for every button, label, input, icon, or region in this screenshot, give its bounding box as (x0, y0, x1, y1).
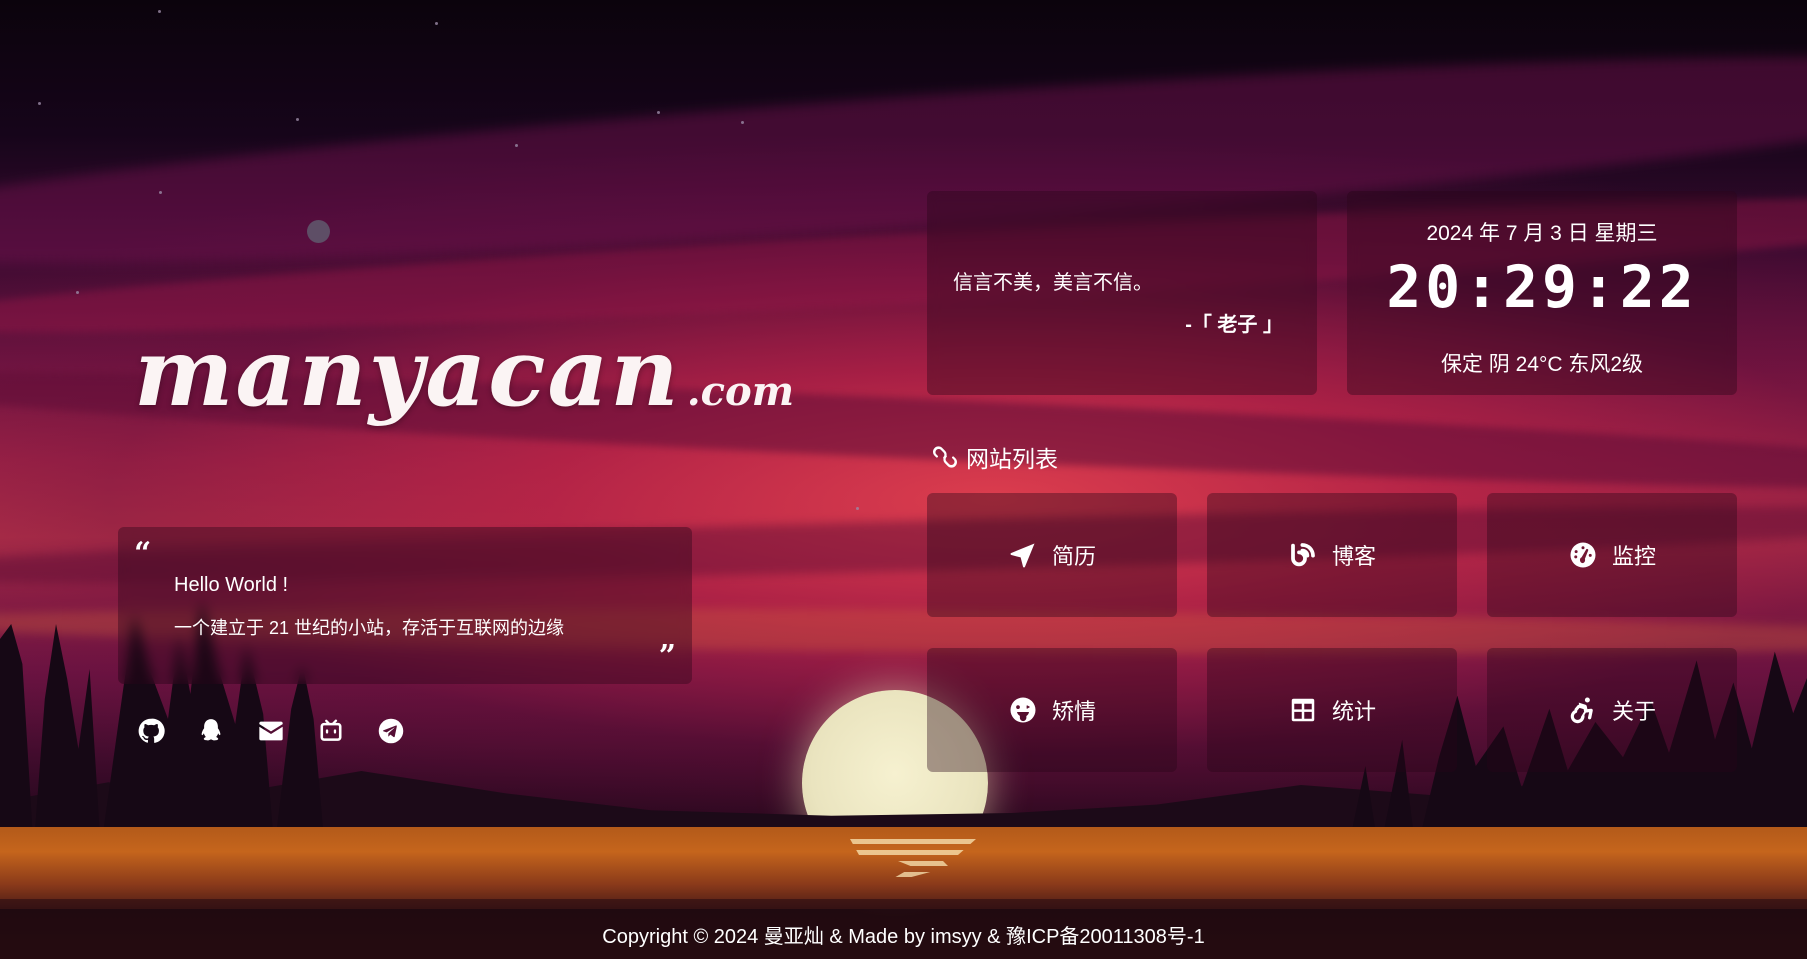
blog-icon (1291, 543, 1315, 567)
tile-label: 矫情 (1051, 699, 1096, 724)
footer: Copyright © 2024 曼亚灿 & Made by imsyy & 豫… (0, 909, 1807, 959)
accessibility-icon (1570, 697, 1593, 724)
bilibili-icon[interactable] (316, 716, 346, 746)
tile-about[interactable]: 关于 (1487, 648, 1737, 772)
tile-label: 博客 (1331, 544, 1376, 569)
tile-label: 监控 (1611, 544, 1656, 569)
moon (307, 220, 330, 243)
star (158, 10, 161, 13)
site-list-heading: 网站列表 (932, 440, 1058, 474)
intro-title: Hello World ! (174, 574, 289, 596)
hitokoto-card[interactable]: 信言不美，美言不信。 -「 老子 」 (927, 191, 1317, 395)
tile-resume[interactable]: 简历 (927, 493, 1177, 617)
background-scene (0, 0, 1807, 959)
tile-statistics[interactable]: 统计 (1207, 648, 1457, 772)
hitokoto-text: 信言不美，美言不信。 (953, 272, 1153, 294)
logo-tld-text: .com (686, 368, 795, 415)
shoreline (0, 899, 1807, 909)
table-icon (1291, 698, 1315, 722)
clock-text: 20:29:22 (1386, 253, 1698, 321)
star (76, 291, 79, 294)
intro-card: “ Hello World ! 一个建立于 21 世纪的小站，存活于互联网的边缘… (118, 527, 692, 684)
open-quote-icon: “ (134, 536, 152, 571)
date-text: 2024 年 7 月 3 日 星期三 (1426, 222, 1658, 245)
star (515, 144, 518, 147)
site-list-title: 网站列表 (966, 446, 1058, 472)
tongue-face-icon (1010, 697, 1036, 723)
site-logo: manyacan .com (134, 318, 794, 438)
star (159, 191, 162, 194)
hitokoto-author: -「 老子 」 (1185, 314, 1283, 336)
copyright-text: Copyright © 2024 曼亚灿 & Made by imsyy & 豫… (602, 925, 1205, 948)
qq-icon[interactable] (196, 716, 226, 746)
logo-main-text: manyacan (134, 318, 681, 428)
weather-text: 保定 阴 24°C 东风2级 (1440, 353, 1644, 376)
github-icon[interactable] (136, 716, 166, 746)
telegram-icon[interactable] (376, 716, 406, 746)
tile-label: 关于 (1611, 699, 1656, 724)
tile-label: 统计 (1331, 699, 1376, 724)
social-links (136, 716, 406, 746)
close-quote-icon: ” (658, 639, 676, 674)
star (435, 22, 438, 25)
tile-monitor[interactable]: 监控 (1487, 493, 1737, 617)
star (741, 121, 744, 124)
time-weather-card: 2024 年 7 月 3 日 星期三 20:29:22 保定 阴 24°C 东风… (1347, 191, 1737, 395)
star (296, 118, 299, 121)
tile-label: 简历 (1051, 544, 1096, 569)
tile-feelings[interactable]: 矫情 (927, 648, 1177, 772)
star (856, 507, 859, 510)
link-icon (933, 446, 957, 468)
star (657, 111, 660, 114)
email-icon[interactable] (256, 716, 286, 746)
location-arrow-icon (1010, 543, 1035, 568)
gauge-icon (1570, 542, 1596, 568)
intro-description: 一个建立于 21 世纪的小站，存活于互联网的边缘 (174, 618, 565, 638)
tile-blog[interactable]: 博客 (1207, 493, 1457, 617)
star (38, 102, 41, 105)
